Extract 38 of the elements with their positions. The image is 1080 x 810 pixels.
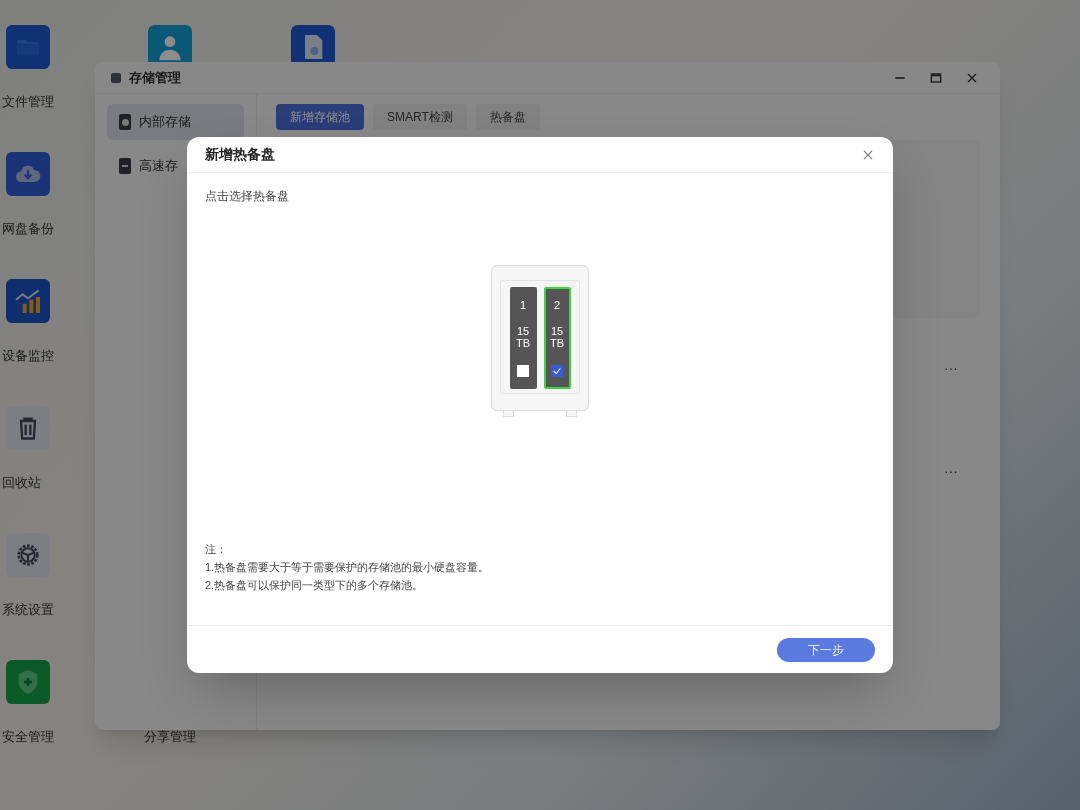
drive-icon [119,158,131,174]
desktop-icon-label[interactable]: 分享管理 [144,727,196,747]
bay-number: 2 [553,299,561,311]
capacity-unit: TB [515,337,531,349]
drive-bay[interactable]: 2 15 TB [543,287,571,389]
more-menu[interactable]: ··· [944,358,958,379]
checkbox[interactable] [517,365,529,377]
note-text: 1.热备盘需要大于等于需要保护的存储池的最小硬盘容量。 [205,560,491,575]
note-text: 注： [205,542,228,557]
bay-number: 1 [519,299,527,311]
trash-icon[interactable] [6,406,50,450]
note-text: 2.热备盘可以保护同一类型下的多个存储池。 [205,578,425,593]
capacity-value: 15 [550,325,564,337]
desktop-icon-label[interactable]: 安全管理 [2,727,54,747]
window-title: 存储管理 [129,68,181,87]
capacity-unit: TB [549,337,565,349]
capacity-value: 15 [516,325,530,337]
cloud-download-icon[interactable] [6,152,50,196]
tab[interactable]: SMART检测 [373,104,467,130]
chart-icon[interactable] [6,279,50,323]
next-button[interactable]: 下一步 [777,637,875,662]
dialog-title: 新增热备盘 [205,145,275,164]
drive-bay[interactable]: 1 15 TB [509,287,537,389]
sidebar-item[interactable]: 内部存储 [107,104,244,140]
tab[interactable]: 新增存储池 [276,104,364,130]
desktop-icon-label[interactable]: 系统设置 [2,600,54,620]
gear-icon[interactable] [6,533,50,577]
document-icon[interactable] [291,25,335,62]
desktop-icon-label[interactable]: 设备监控 [2,346,54,366]
desktop-icon-label[interactable]: 回收站 [2,473,41,493]
app-icon [111,72,121,83]
user-icon[interactable] [148,25,192,62]
desktop-icon-label[interactable]: 文件管理 [2,92,54,112]
more-menu[interactable]: ··· [944,461,958,482]
tab[interactable]: 热备盘 [475,104,540,130]
instruction-text: 点击选择热备盘 [205,188,290,205]
desktop-icon-label[interactable]: 网盘备份 [2,219,54,239]
checkbox[interactable] [551,365,563,377]
